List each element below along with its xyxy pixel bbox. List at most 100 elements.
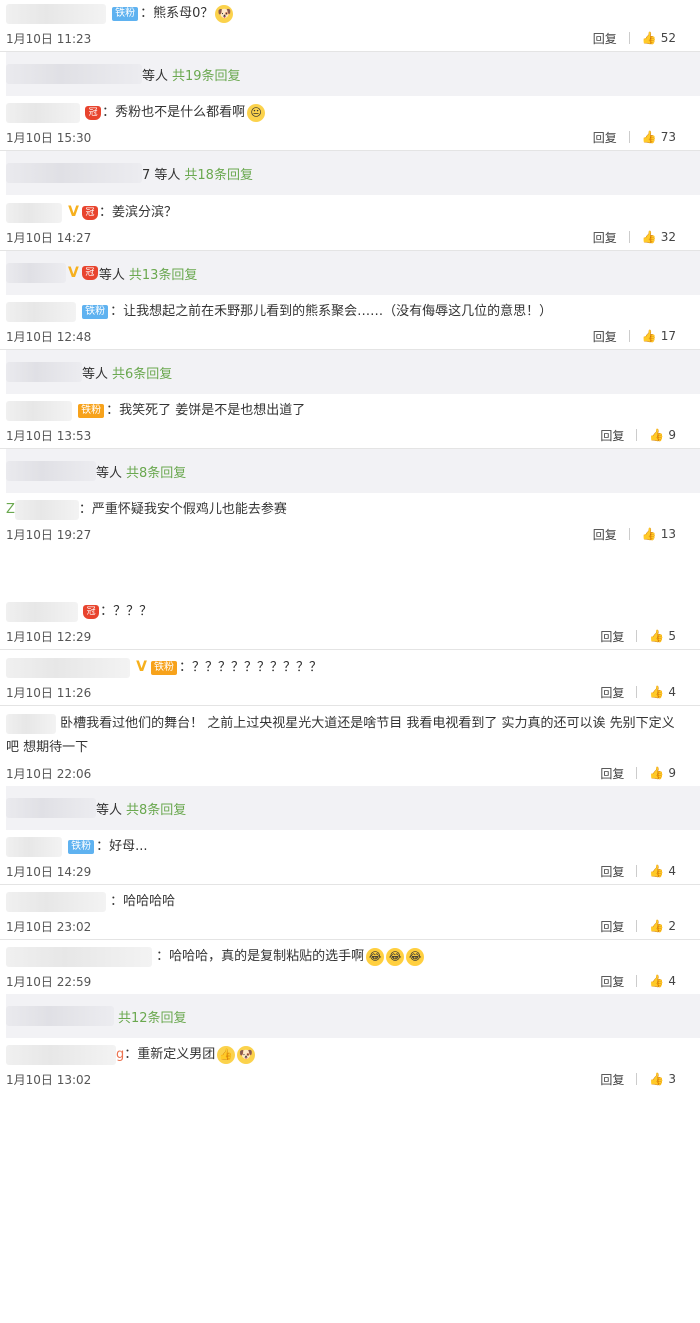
reply-button[interactable]: 回复	[600, 1071, 624, 1088]
more-replies[interactable]: 共12条回复	[6, 994, 700, 1038]
username-blurred[interactable]	[6, 301, 76, 322]
like-button[interactable]: 👍 3	[649, 1072, 676, 1086]
reply-button[interactable]: 回复	[593, 30, 617, 47]
reply-button[interactable]: 回复	[600, 628, 624, 645]
more-replies[interactable]: 7 等人 共18条回复	[6, 151, 700, 195]
comment-text: ：秀粉也不是什么都看啊	[102, 105, 246, 120]
reply-button[interactable]: 回复	[600, 684, 624, 701]
fan-badge: 铁粉	[82, 304, 109, 319]
verified-v-icon: V	[68, 204, 79, 220]
username-blurred[interactable]	[14, 499, 79, 520]
more-replies[interactable]: 等人 共19条回复	[6, 52, 700, 96]
username-blurred[interactable]	[6, 3, 106, 24]
reply-button[interactable]: 回复	[600, 427, 624, 444]
thumbs-up-icon: 👍	[649, 685, 665, 699]
divider	[636, 920, 638, 932]
more-replies[interactable]: 等人 共6条回复	[6, 350, 700, 394]
reply-users-label: 7 等人	[142, 167, 181, 183]
thumbs-up-icon: 👍	[649, 629, 665, 643]
reply-count[interactable]: 共19条回复	[172, 65, 241, 84]
username-blurred[interactable]	[6, 601, 78, 622]
like-button[interactable]: 👍 4	[649, 974, 676, 988]
comment-date: 1月10日 13:53	[6, 428, 92, 443]
like-count: 2	[668, 919, 676, 933]
comment: 铁粉 ：让我想起之前在禾野那儿看到的熊系聚会……（没有侮辱这几位的意思！） 1月1…	[0, 295, 700, 350]
divider	[636, 429, 638, 441]
like-button[interactable]: 👍 2	[649, 919, 676, 933]
reply-users-blurred	[6, 1006, 114, 1026]
reply-users-blurred	[6, 798, 96, 818]
reply-button[interactable]: 回复	[593, 328, 617, 345]
comment-text: ：姜滨分滨？	[98, 205, 177, 220]
username-blurred[interactable]	[6, 946, 152, 967]
like-button[interactable]: 👍 32	[642, 230, 676, 244]
reply-users-blurred	[6, 263, 66, 283]
like-button[interactable]: 👍 4	[649, 864, 676, 878]
like-count: 73	[660, 130, 676, 144]
like-button[interactable]: 👍 9	[649, 766, 676, 780]
username-blurred[interactable]	[6, 400, 72, 421]
reply-button[interactable]: 回复	[600, 918, 624, 935]
like-count: 9	[668, 428, 676, 442]
reply-button[interactable]: 回复	[600, 973, 624, 990]
like-button[interactable]: 👍 17	[642, 329, 676, 343]
comment-date: 1月10日 22:06	[6, 766, 92, 781]
panel-gap	[0, 547, 700, 597]
comment: V 铁粉：？？？？？？？？？？ 1月10日 11:26 回复 👍 4	[0, 650, 700, 706]
username-blurred[interactable]	[6, 202, 62, 223]
username-initial[interactable]: Z	[6, 502, 15, 517]
like-button[interactable]: 👍 13	[642, 527, 676, 541]
comment-text: ：让我想起之前在禾野那儿看到的熊系聚会……（没有侮辱这几位的意思！）	[110, 304, 553, 319]
divider	[628, 528, 630, 540]
username-blurred[interactable]	[6, 657, 130, 678]
reply-count[interactable]: 共6条回复	[112, 363, 172, 382]
username-blurred[interactable]	[6, 836, 62, 857]
reply-button[interactable]: 回复	[600, 765, 624, 782]
more-replies[interactable]: 等人 共8条回复	[6, 786, 700, 830]
like-count: 17	[660, 329, 676, 343]
fan-badge-gold: 铁粉	[78, 403, 105, 418]
comment-text: ：哈哈哈，真的是复制粘贴的选手啊	[156, 949, 365, 964]
like-button[interactable]: 👍 73	[642, 130, 676, 144]
more-replies[interactable]: V冠 等人 共13条回复	[6, 251, 700, 295]
username-blurred[interactable]	[6, 891, 106, 912]
crown-badge-icon: 冠	[83, 604, 100, 619]
laugh-emoji-icon: 😂	[386, 947, 405, 966]
comment-date: 1月10日 14:27	[6, 230, 92, 245]
reply-count[interactable]: 共8条回复	[126, 462, 186, 481]
verified-v-icon: V	[68, 265, 79, 281]
reply-users-label: 等人	[96, 802, 123, 818]
username-blurred[interactable]	[6, 713, 56, 734]
thumbs-up-icon: 👍	[649, 919, 665, 933]
reply-users-label: 等人	[142, 68, 169, 84]
reply-count[interactable]: 共13条回复	[129, 264, 198, 283]
username-blurred[interactable]	[6, 1044, 116, 1065]
like-button[interactable]: 👍 4	[649, 685, 676, 699]
comments-panel-1: 铁粉 ：熊系母0？ 🐶 1月10日 11:23 回复 👍 52 等人 共19条回复 冠：…	[0, 0, 700, 547]
reply-button[interactable]: 回复	[600, 863, 624, 880]
comment-text: ：？？？	[100, 604, 153, 619]
reply-users-blurred	[6, 64, 142, 84]
comment: ：哈哈哈哈 1月10日 23:02 回复 👍 2	[0, 885, 700, 940]
like-button[interactable]: 👍 9	[649, 428, 676, 442]
face-emoji-icon: 😐	[247, 103, 266, 122]
reply-count[interactable]: 共8条回复	[126, 799, 186, 818]
reply-count[interactable]: 共12条回复	[118, 1007, 187, 1026]
username-blurred[interactable]	[6, 102, 80, 123]
more-replies[interactable]: 等人 共8条回复	[6, 449, 700, 493]
comment: 冠：秀粉也不是什么都看啊 😐 1月10日 15:30 回复 👍 73	[0, 96, 700, 151]
reply-button[interactable]: 回复	[593, 129, 617, 146]
comment: g：重新定义男团 👍 🐶 1月10日 13:02 回复 👍 3	[0, 1038, 700, 1092]
comment-text: ：熊系母0？	[140, 6, 214, 21]
thumbs-up-icon: 👍	[649, 1072, 665, 1086]
like-count: 52	[660, 31, 676, 45]
comment-text: 卧槽我看过他们的舞台！ 之前上过央视星光大道还是啥节目 我看电视看到了 实力真的…	[6, 716, 675, 755]
like-button[interactable]: 👍 5	[649, 629, 676, 643]
reply-button[interactable]: 回复	[593, 526, 617, 543]
reply-count[interactable]: 共18条回复	[184, 164, 253, 183]
laugh-emoji-icon: 😂	[406, 947, 425, 966]
comment: V 冠：姜滨分滨？ 1月10日 14:27 回复 👍 32	[0, 195, 700, 251]
comment-date: 1月10日 12:48	[6, 329, 92, 344]
like-button[interactable]: 👍 52	[642, 31, 676, 45]
reply-button[interactable]: 回复	[593, 229, 617, 246]
